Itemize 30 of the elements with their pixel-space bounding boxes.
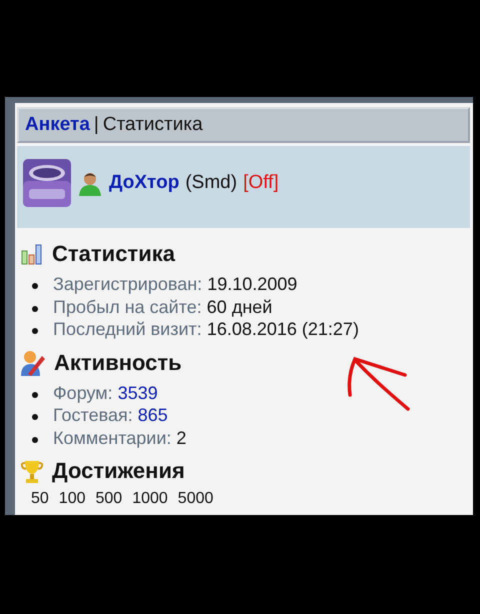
section-heading: Достижения xyxy=(52,458,185,484)
field-label: Гостевая: xyxy=(53,405,133,425)
field-value: 16.08.2016 (21:27) xyxy=(206,319,359,339)
field-label: Комментарии: xyxy=(53,428,172,448)
user-icon xyxy=(77,170,103,196)
field-value: 2 xyxy=(176,428,186,448)
count-link[interactable]: 865 xyxy=(138,405,168,425)
page-title: Статистика xyxy=(102,114,203,136)
field-label: Последний визит: xyxy=(53,319,202,339)
level-label: 5000 xyxy=(178,490,214,508)
section-heading: Активность xyxy=(54,350,182,376)
count-link[interactable]: 3539 xyxy=(118,382,158,402)
person-pencil-icon xyxy=(20,350,46,376)
profile-tab-link[interactable]: Анкета xyxy=(25,114,90,136)
user-group: (Smd) xyxy=(185,172,238,194)
field-label: Форум: xyxy=(53,382,113,402)
username-link[interactable]: ДоХтор xyxy=(109,172,180,194)
level-label: 1000 xyxy=(132,490,168,508)
bar-chart-icon xyxy=(20,243,44,265)
level-label: 500 xyxy=(96,490,122,508)
level-label: 100 xyxy=(58,490,86,508)
level-label: 50 xyxy=(31,490,49,508)
field-value: 60 дней xyxy=(206,296,272,316)
field-label: Зарегистрирован: xyxy=(53,274,202,294)
section-heading: Статистика xyxy=(52,241,175,267)
status-label: [Off] xyxy=(243,172,279,194)
field-value: 19.10.2009 xyxy=(207,274,298,294)
separator: | xyxy=(94,114,99,136)
trophy-icon xyxy=(20,458,44,484)
field-label: Пробыл на сайте: xyxy=(53,296,202,316)
